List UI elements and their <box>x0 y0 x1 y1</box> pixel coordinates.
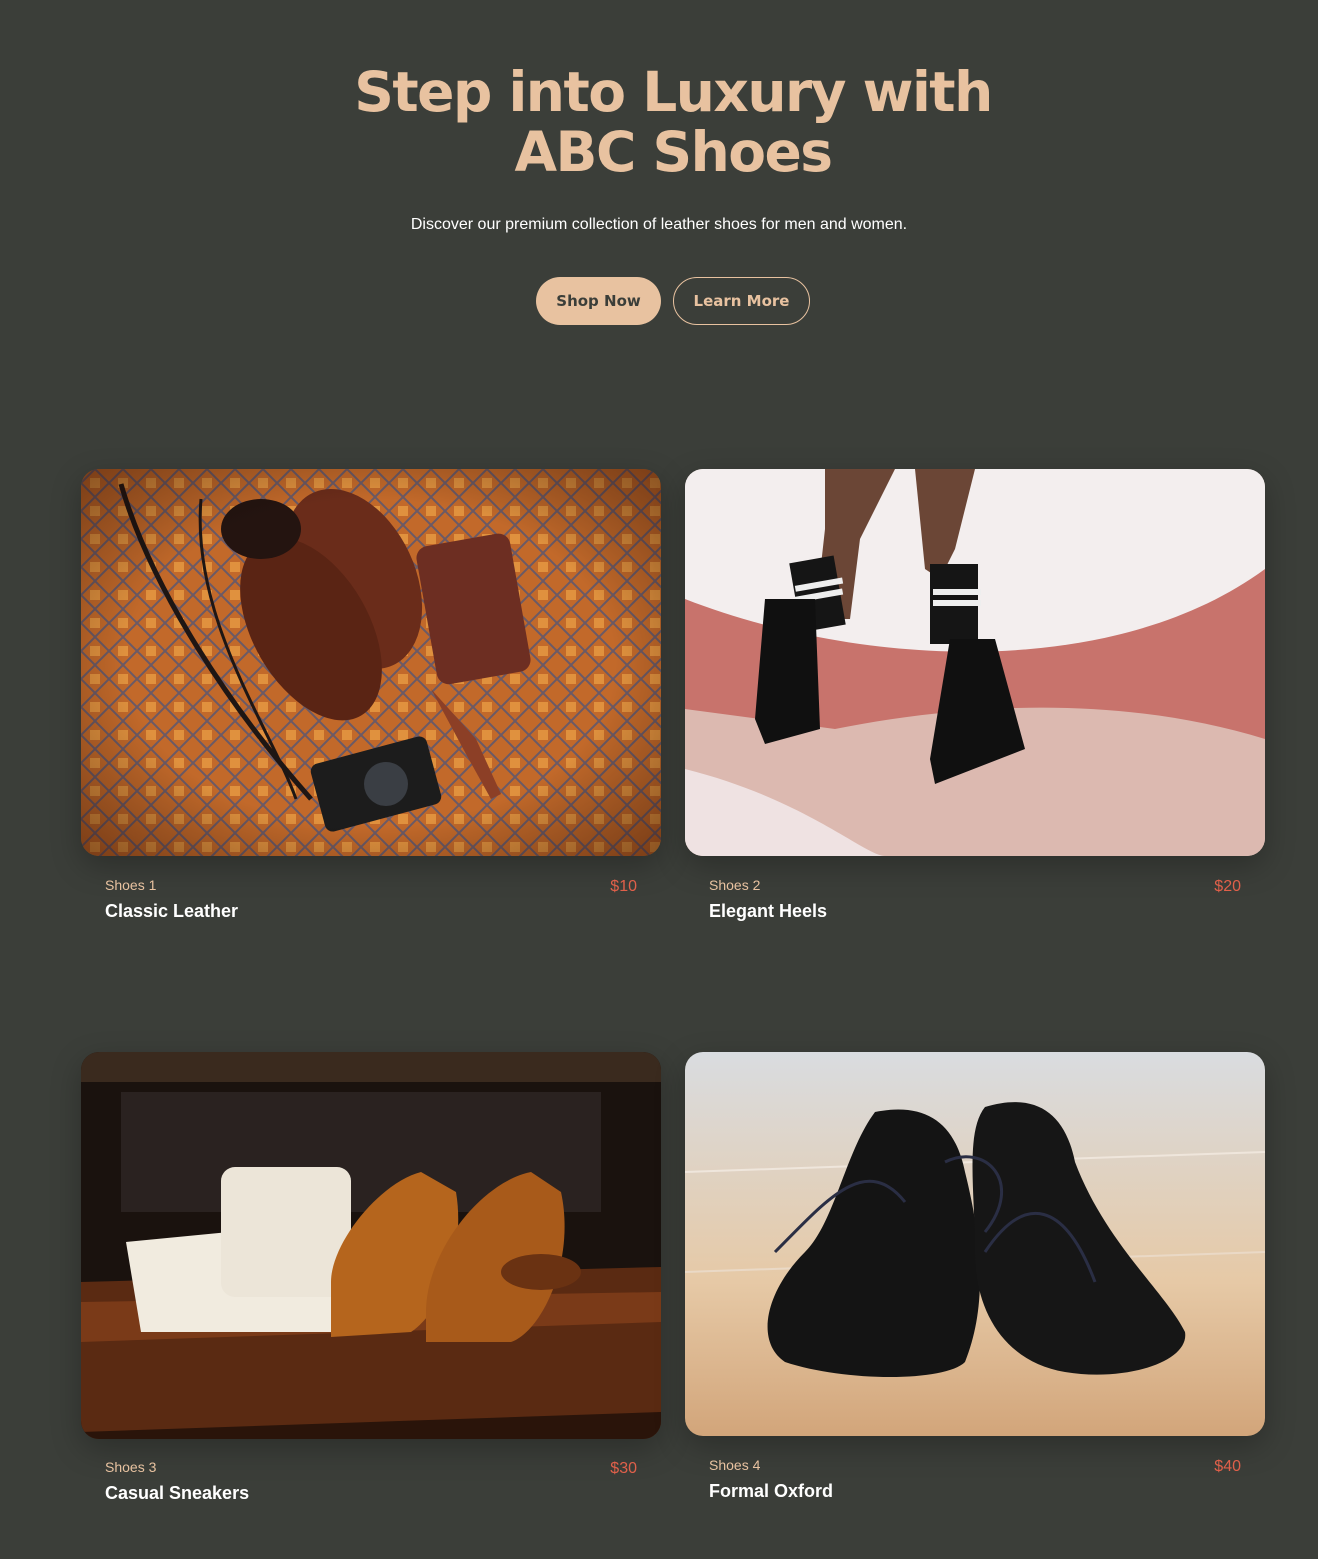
product-category: Shoes 4 <box>709 1457 761 1473</box>
product-name[interactable]: Formal Oxford <box>709 1480 833 1502</box>
product-card[interactable]: Shoes 1 Classic Leather $10 <box>81 469 661 929</box>
shop-now-button[interactable]: Shop Now <box>536 277 661 325</box>
page: Step into Luxury with ABC Shoes Discover… <box>0 0 1318 1559</box>
black-boots-on-bed-image <box>685 469 1265 856</box>
product-category: Shoes 3 <box>105 1459 157 1475</box>
product-price: $30 <box>610 1460 637 1477</box>
hero-title: Step into Luxury with ABC Shoes <box>354 60 993 184</box>
leather-boots-flatlay-image <box>81 469 661 856</box>
product-name[interactable]: Elegant Heels <box>709 900 827 922</box>
black-oxfords-on-floor-image <box>685 1052 1265 1436</box>
product-card[interactable]: Shoes 4 Formal Oxford $40 <box>685 1052 1265 1512</box>
product-category: Shoes 2 <box>709 877 761 893</box>
tan-oxfords-on-table-image <box>81 1052 661 1439</box>
hero-subtitle: Discover our premium collection of leath… <box>410 216 908 233</box>
learn-more-button[interactable]: Learn More <box>673 277 810 325</box>
product-price: $40 <box>1214 1458 1241 1475</box>
product-name[interactable]: Casual Sneakers <box>105 1482 249 1504</box>
product-price: $20 <box>1214 878 1241 895</box>
product-card[interactable]: Shoes 2 Elegant Heels $20 <box>685 469 1265 929</box>
product-card[interactable]: Shoes 3 Casual Sneakers $30 <box>81 1052 661 1512</box>
product-name[interactable]: Classic Leather <box>105 900 238 922</box>
product-price: $10 <box>610 878 637 895</box>
product-category: Shoes 1 <box>105 877 157 893</box>
